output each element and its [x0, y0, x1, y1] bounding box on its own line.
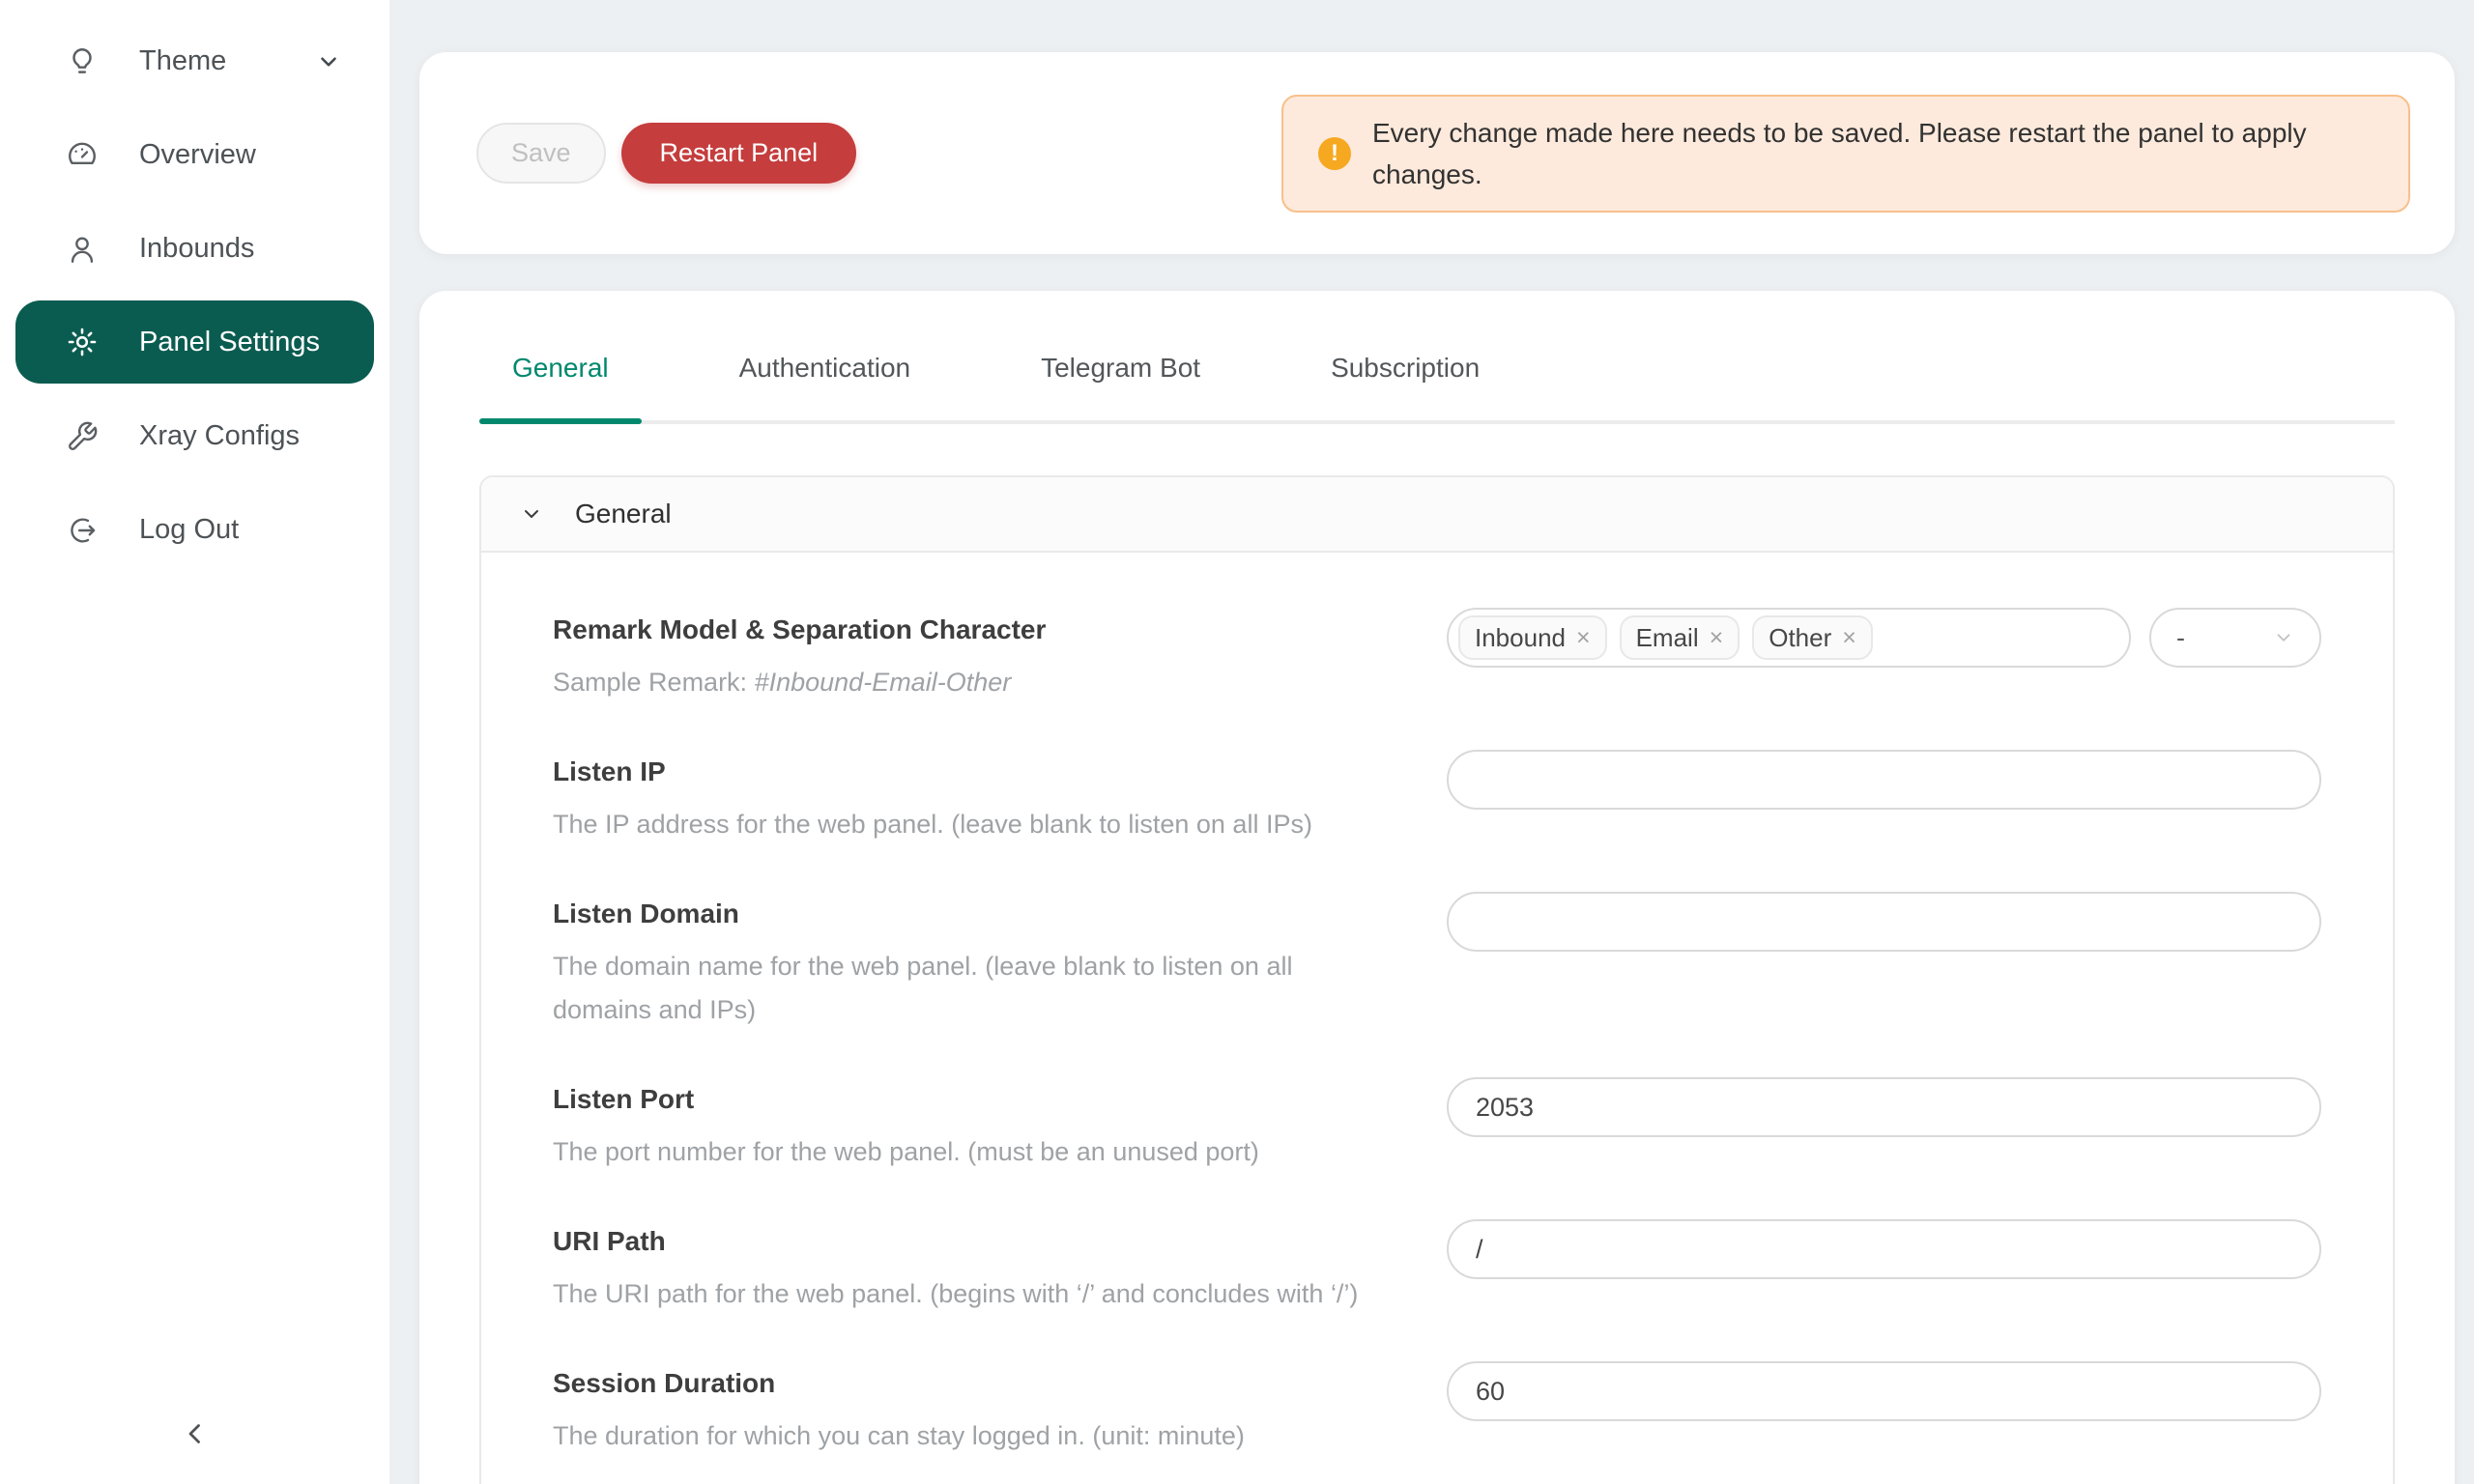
listen-domain-input[interactable] — [1447, 892, 2321, 952]
logout-icon — [66, 514, 99, 547]
uri-path-input[interactable] — [1447, 1219, 2321, 1279]
settings-tabs: General Authentication Telegram Bot Subs… — [479, 291, 2395, 424]
sidebar-item-overview[interactable]: Overview — [0, 108, 389, 202]
field-description: The port number for the web panel. (must… — [553, 1130, 1389, 1174]
field-label: URI Path — [553, 1224, 1389, 1259]
sidebar-collapse-button[interactable] — [0, 1417, 389, 1455]
field-description: Sample Remark: #Inbound-Email-Other — [553, 661, 1389, 704]
action-toolbar: Save Restart Panel ! Every change made h… — [419, 52, 2455, 254]
close-icon[interactable]: × — [1576, 626, 1591, 650]
tab-telegram-bot[interactable]: Telegram Bot — [1008, 353, 1233, 420]
tab-subscription[interactable]: Subscription — [1298, 353, 1512, 420]
field-label: Listen Port — [553, 1082, 1389, 1117]
field-listen-ip: Listen IP The IP address for the web pan… — [553, 755, 2321, 846]
tag-inbound: Inbound × — [1458, 615, 1607, 660]
sidebar-item-label: Xray Configs — [139, 420, 300, 452]
sidebar-item-log-out[interactable]: Log Out — [0, 483, 389, 577]
general-section: General Remark Model & Separation Charac… — [479, 475, 2395, 1484]
field-label: Listen IP — [553, 755, 1389, 789]
field-uri-path: URI Path The URI path for the web panel.… — [553, 1224, 2321, 1316]
field-listen-domain: Listen Domain The domain name for the we… — [553, 897, 2321, 1032]
field-description: The duration for which you can stay logg… — [553, 1414, 1389, 1458]
restart-panel-button[interactable]: Restart Panel — [621, 123, 857, 184]
close-icon[interactable]: × — [1710, 626, 1724, 650]
listen-port-input[interactable] — [1447, 1077, 2321, 1137]
warning-icon: ! — [1318, 137, 1351, 170]
chevron-down-icon — [316, 49, 341, 74]
sidebar-item-label: Panel Settings — [139, 327, 320, 358]
tab-general[interactable]: General — [479, 353, 642, 420]
section-title: General — [575, 499, 672, 529]
restart-warning-alert: ! Every change made here needs to be sav… — [1281, 95, 2410, 213]
listen-ip-input[interactable] — [1447, 750, 2321, 810]
close-icon[interactable]: × — [1842, 626, 1856, 650]
sample-remark-value: #Inbound-Email-Other — [755, 668, 1012, 697]
chevron-down-icon — [520, 502, 543, 526]
chevron-down-icon — [2273, 627, 2294, 648]
gauge-icon — [66, 139, 99, 172]
gear-icon — [66, 326, 99, 358]
sidebar-item-theme[interactable]: Theme — [0, 14, 389, 108]
field-description: The domain name for the web panel. (leav… — [553, 945, 1389, 1032]
sidebar-item-panel-settings[interactable]: Panel Settings — [15, 300, 374, 384]
sidebar: Theme Overview Inbounds — [0, 0, 389, 1484]
tag-email: Email × — [1620, 615, 1740, 660]
tag-other: Other × — [1752, 615, 1873, 660]
field-listen-port: Listen Port The port number for the web … — [553, 1082, 2321, 1174]
chevron-left-icon — [179, 1417, 212, 1455]
panel-settings-card: General Authentication Telegram Bot Subs… — [419, 291, 2455, 1484]
sidebar-item-label: Overview — [139, 139, 256, 171]
user-icon — [66, 233, 99, 266]
field-description: The IP address for the web panel. (leave… — [553, 803, 1389, 846]
field-session-duration: Session Duration The duration for which … — [553, 1366, 2321, 1458]
remark-model-tags-input[interactable]: Inbound × Email × Other × — [1447, 608, 2131, 668]
wrench-icon — [66, 420, 99, 453]
save-button[interactable]: Save — [476, 123, 606, 184]
field-remark-model: Remark Model & Separation Character Samp… — [553, 613, 2321, 704]
general-section-body: Remark Model & Separation Character Samp… — [481, 553, 2393, 1484]
sidebar-item-label: Inbounds — [139, 233, 254, 265]
main-content: Save Restart Panel ! Every change made h… — [389, 0, 2474, 1484]
general-section-header[interactable]: General — [481, 477, 2393, 553]
tab-authentication[interactable]: Authentication — [706, 353, 943, 420]
separation-character-select[interactable]: - — [2149, 608, 2321, 668]
sidebar-item-xray-configs[interactable]: Xray Configs — [0, 389, 389, 483]
alert-message: Every change made here needs to be saved… — [1372, 112, 2358, 195]
sidebar-item-label: Theme — [139, 45, 226, 77]
sidebar-item-label: Log Out — [139, 514, 239, 546]
sidebar-item-inbounds[interactable]: Inbounds — [0, 202, 389, 296]
field-label: Remark Model & Separation Character — [553, 613, 1389, 647]
field-description: The URI path for the web panel. (begins … — [553, 1272, 1389, 1316]
lightbulb-icon — [66, 45, 99, 78]
field-label: Listen Domain — [553, 897, 1389, 931]
select-value: - — [2176, 623, 2185, 653]
session-duration-input[interactable] — [1447, 1361, 2321, 1421]
field-label: Session Duration — [553, 1366, 1389, 1401]
